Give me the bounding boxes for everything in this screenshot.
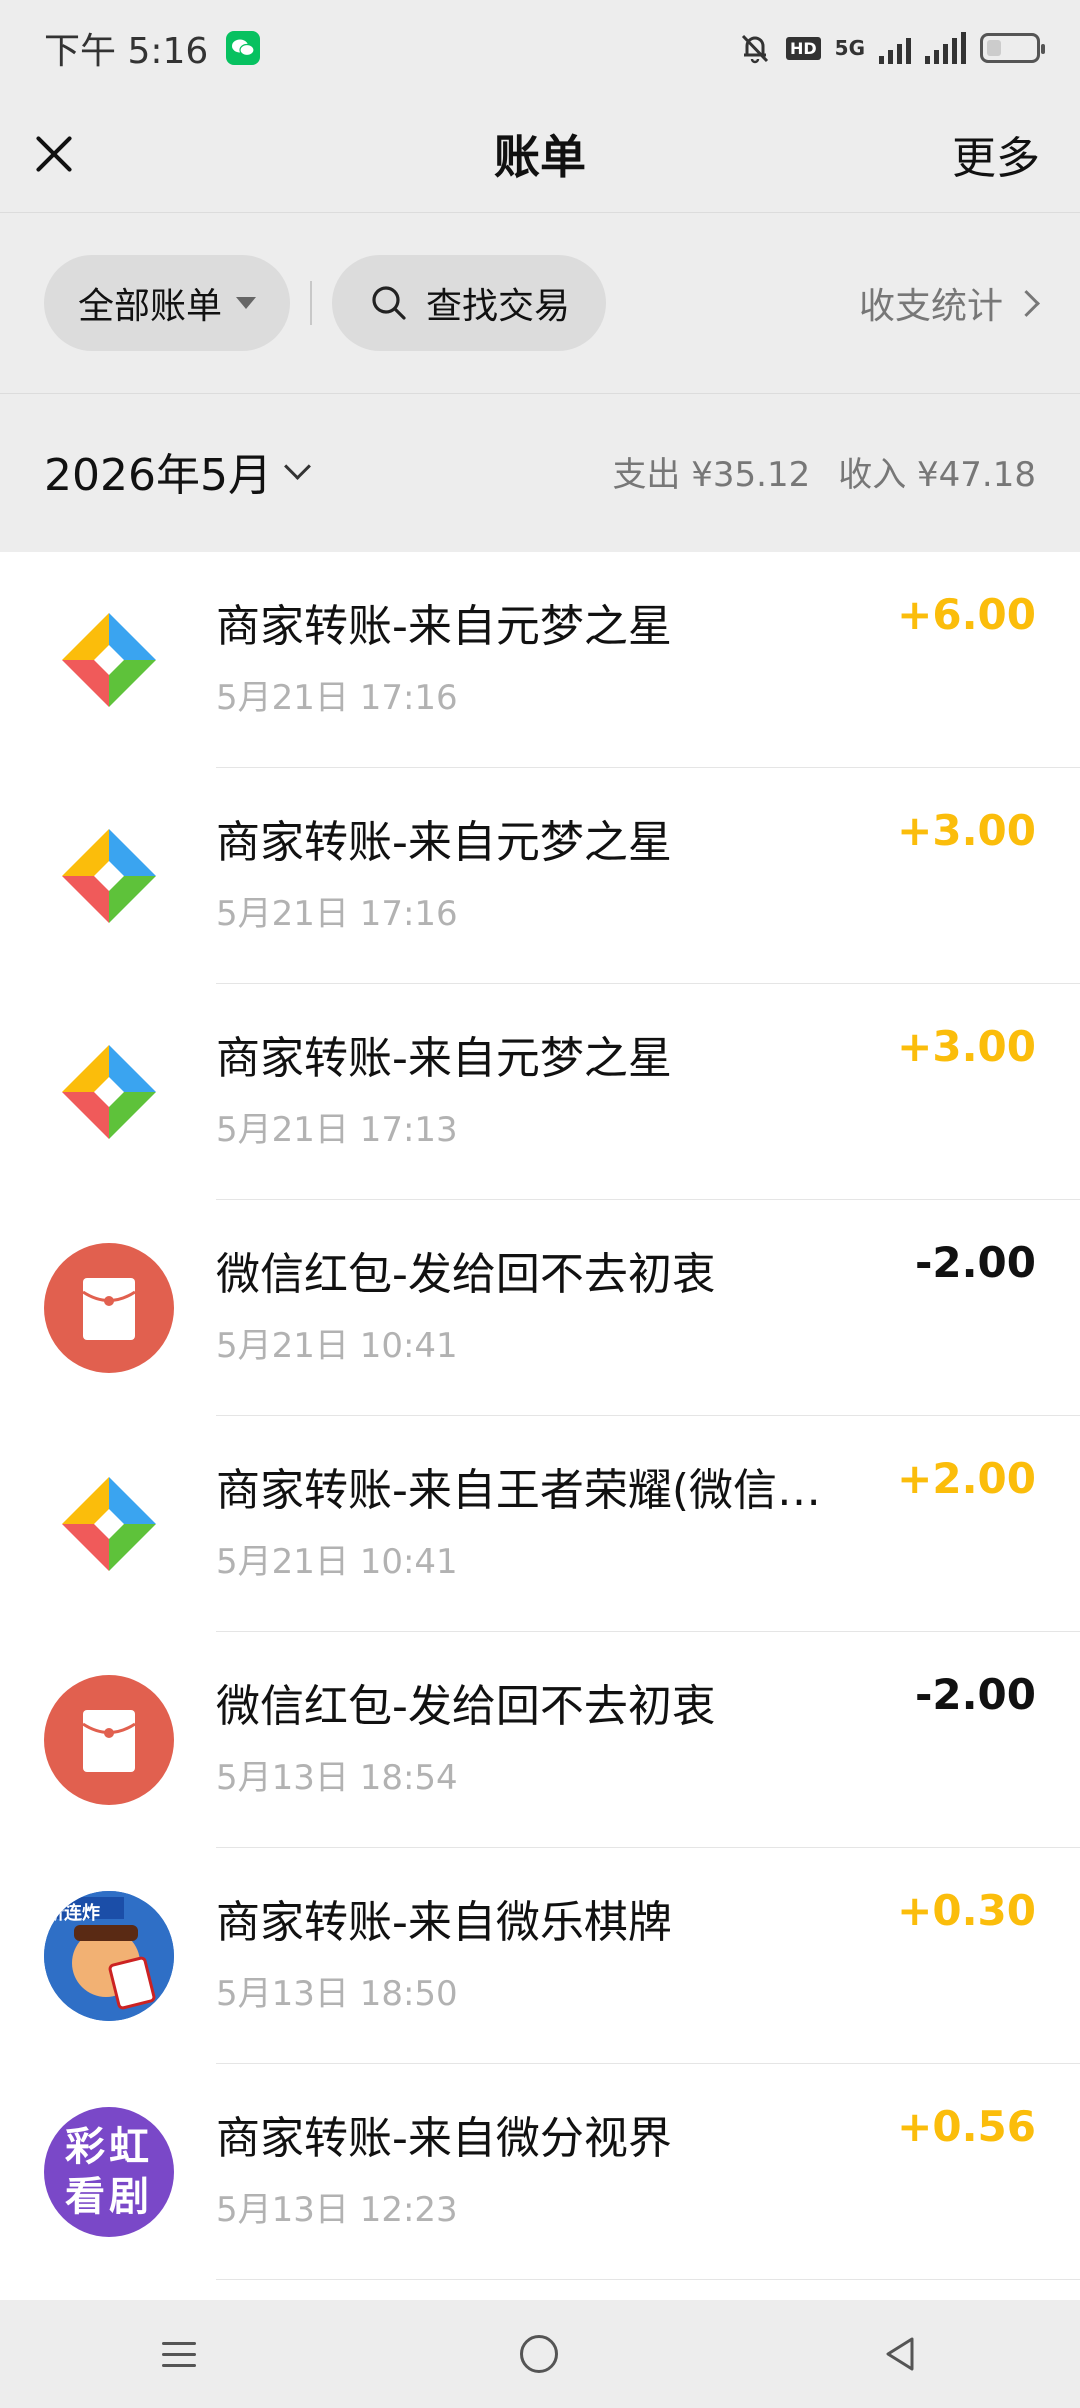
row-divider bbox=[216, 2279, 1080, 2280]
search-icon bbox=[372, 286, 406, 320]
signal-strength-icon bbox=[879, 32, 911, 64]
transaction-row[interactable]: 新连炸 商家转账-来自微乐棋牌 5月13日 18:50 +0.30 bbox=[0, 1848, 1080, 2064]
divider bbox=[310, 281, 313, 325]
transaction-time: 5月13日 12:23 bbox=[216, 2190, 458, 2230]
transaction-title: 商家转账-来自王者荣耀(微信… bbox=[216, 1465, 822, 1516]
battery-icon bbox=[980, 33, 1045, 63]
income-total: 收入 ¥47.18 bbox=[838, 454, 1036, 495]
transaction-time: 5月13日 18:54 bbox=[216, 1758, 458, 1798]
all-bills-dropdown[interactable]: 全部账单 bbox=[44, 255, 291, 351]
caret-down-icon bbox=[236, 297, 257, 309]
all-bills-label: 全部账单 bbox=[78, 286, 223, 327]
transaction-amount: +0.30 bbox=[897, 1886, 1036, 1935]
transaction-title: 商家转账-来自元梦之星 bbox=[216, 817, 672, 868]
transaction-time: 5月13日 18:50 bbox=[216, 1974, 458, 2014]
transaction-amount: +3.00 bbox=[897, 806, 1036, 855]
merchant-transfer-icon bbox=[44, 1459, 174, 1589]
chevron-right-icon bbox=[1013, 289, 1040, 317]
transaction-list: 商家转账-来自元梦之星 5月21日 17:16 +6.00 商家转账-来自元梦之星 5月… bbox=[0, 552, 1080, 2300]
transaction-row[interactable]: 商家转账-来自元梦之星 5月21日 17:16 +3.00 bbox=[0, 768, 1080, 984]
transaction-row[interactable]: 微信红包-发给回不去初衷 5月21日 10:41 -2.00 bbox=[0, 1200, 1080, 1416]
mute-bell-icon bbox=[741, 34, 769, 64]
transaction-row[interactable]: 彩虹 看剧 商家转账-来自微分视界 5月13日 12:23 +0.56 bbox=[0, 2064, 1080, 2280]
merchant-transfer-icon bbox=[44, 595, 174, 725]
more-button[interactable]: 更多 bbox=[952, 122, 1040, 186]
search-label: 查找交易 bbox=[426, 286, 571, 327]
transaction-row[interactable]: 商家转账-来自元梦之星 5月21日 17:13 +3.00 bbox=[0, 984, 1080, 1200]
transaction-title: 微信红包-发给回不去初衷 bbox=[216, 1249, 716, 1300]
transaction-amount: +0.56 bbox=[897, 2102, 1036, 2151]
drama-app-text: 彩虹 看剧 bbox=[65, 2124, 153, 2220]
back-icon[interactable] bbox=[882, 2335, 918, 2373]
close-icon[interactable] bbox=[32, 132, 76, 176]
transaction-time: 5月21日 10:41 bbox=[216, 1542, 458, 1582]
status-time: 下午 5:16 bbox=[44, 31, 209, 72]
page-title: 账单 bbox=[494, 130, 586, 184]
transaction-row[interactable]: 商家转账-来自元梦之星 5月21日 17:16 +6.00 bbox=[0, 552, 1080, 768]
red-packet-icon bbox=[44, 1243, 174, 1373]
signal-strength-2-icon bbox=[925, 32, 966, 64]
month-label: 2026年5月 bbox=[44, 450, 272, 501]
search-transactions-button[interactable]: 查找交易 bbox=[332, 255, 607, 351]
status-bar: 下午 5:16 HD 5G bbox=[0, 0, 1080, 96]
transaction-title: 商家转账-来自微分视界 bbox=[216, 2113, 672, 2164]
expense-total: 支出 ¥35.12 bbox=[612, 454, 811, 495]
income-expense-stats-link[interactable]: 收支统计 bbox=[858, 277, 1040, 329]
merchant-transfer-icon bbox=[44, 811, 174, 941]
merchant-transfer-icon bbox=[44, 1027, 174, 1157]
game-avatar-icon: 新连炸 bbox=[44, 1891, 174, 2021]
transaction-title: 商家转账-来自微乐棋牌 bbox=[216, 1897, 672, 1948]
transaction-title: 商家转账-来自元梦之星 bbox=[216, 601, 672, 652]
network-type: 5G bbox=[834, 36, 865, 60]
month-totals: 支出 ¥35.12 收入 ¥47.18 bbox=[612, 447, 1036, 496]
transaction-time: 5月21日 10:41 bbox=[216, 1326, 458, 1366]
system-navigation-bar bbox=[0, 2300, 1080, 2408]
transaction-amount: +6.00 bbox=[897, 590, 1036, 639]
stats-label: 收支统计 bbox=[858, 286, 1003, 327]
month-summary-bar: 2026年5月 支出 ¥35.12 收入 ¥47.18 bbox=[0, 394, 1080, 548]
transaction-title: 商家转账-来自元梦之星 bbox=[216, 1033, 672, 1084]
drama-app-icon: 彩虹 看剧 bbox=[44, 2107, 174, 2237]
transaction-amount: -2.00 bbox=[914, 1670, 1036, 1719]
month-selector[interactable]: 2026年5月 bbox=[44, 439, 311, 503]
transaction-row[interactable]: 微信红包-发给回不去初衷 5月13日 18:54 -2.00 bbox=[0, 1632, 1080, 1848]
wechat-notification-icon bbox=[226, 31, 261, 65]
transaction-row[interactable]: 商家转账-来自王者荣耀(微信… 5月21日 10:41 +2.00 bbox=[0, 1416, 1080, 1632]
transaction-time: 5月21日 17:13 bbox=[216, 1110, 458, 1150]
red-packet-icon bbox=[44, 1675, 174, 1805]
game-avatar-text: 新连炸 bbox=[46, 1903, 100, 1924]
filter-bar: 全部账单 查找交易 收支统计 bbox=[0, 213, 1080, 394]
chevron-down-icon bbox=[284, 452, 311, 480]
transaction-time: 5月21日 17:16 bbox=[216, 894, 458, 934]
recent-apps-icon[interactable] bbox=[162, 2341, 196, 2367]
home-icon[interactable] bbox=[520, 2335, 558, 2373]
transaction-title: 微信红包-发给回不去初衷 bbox=[216, 1681, 716, 1732]
transaction-time: 5月21日 17:16 bbox=[216, 678, 458, 718]
transaction-amount: +3.00 bbox=[897, 1022, 1036, 1071]
transaction-amount: +2.00 bbox=[897, 1454, 1036, 1503]
transaction-amount: -2.00 bbox=[914, 1238, 1036, 1287]
top-navigation: 账单 更多 bbox=[0, 96, 1080, 213]
hd-badge: HD bbox=[785, 36, 821, 60]
